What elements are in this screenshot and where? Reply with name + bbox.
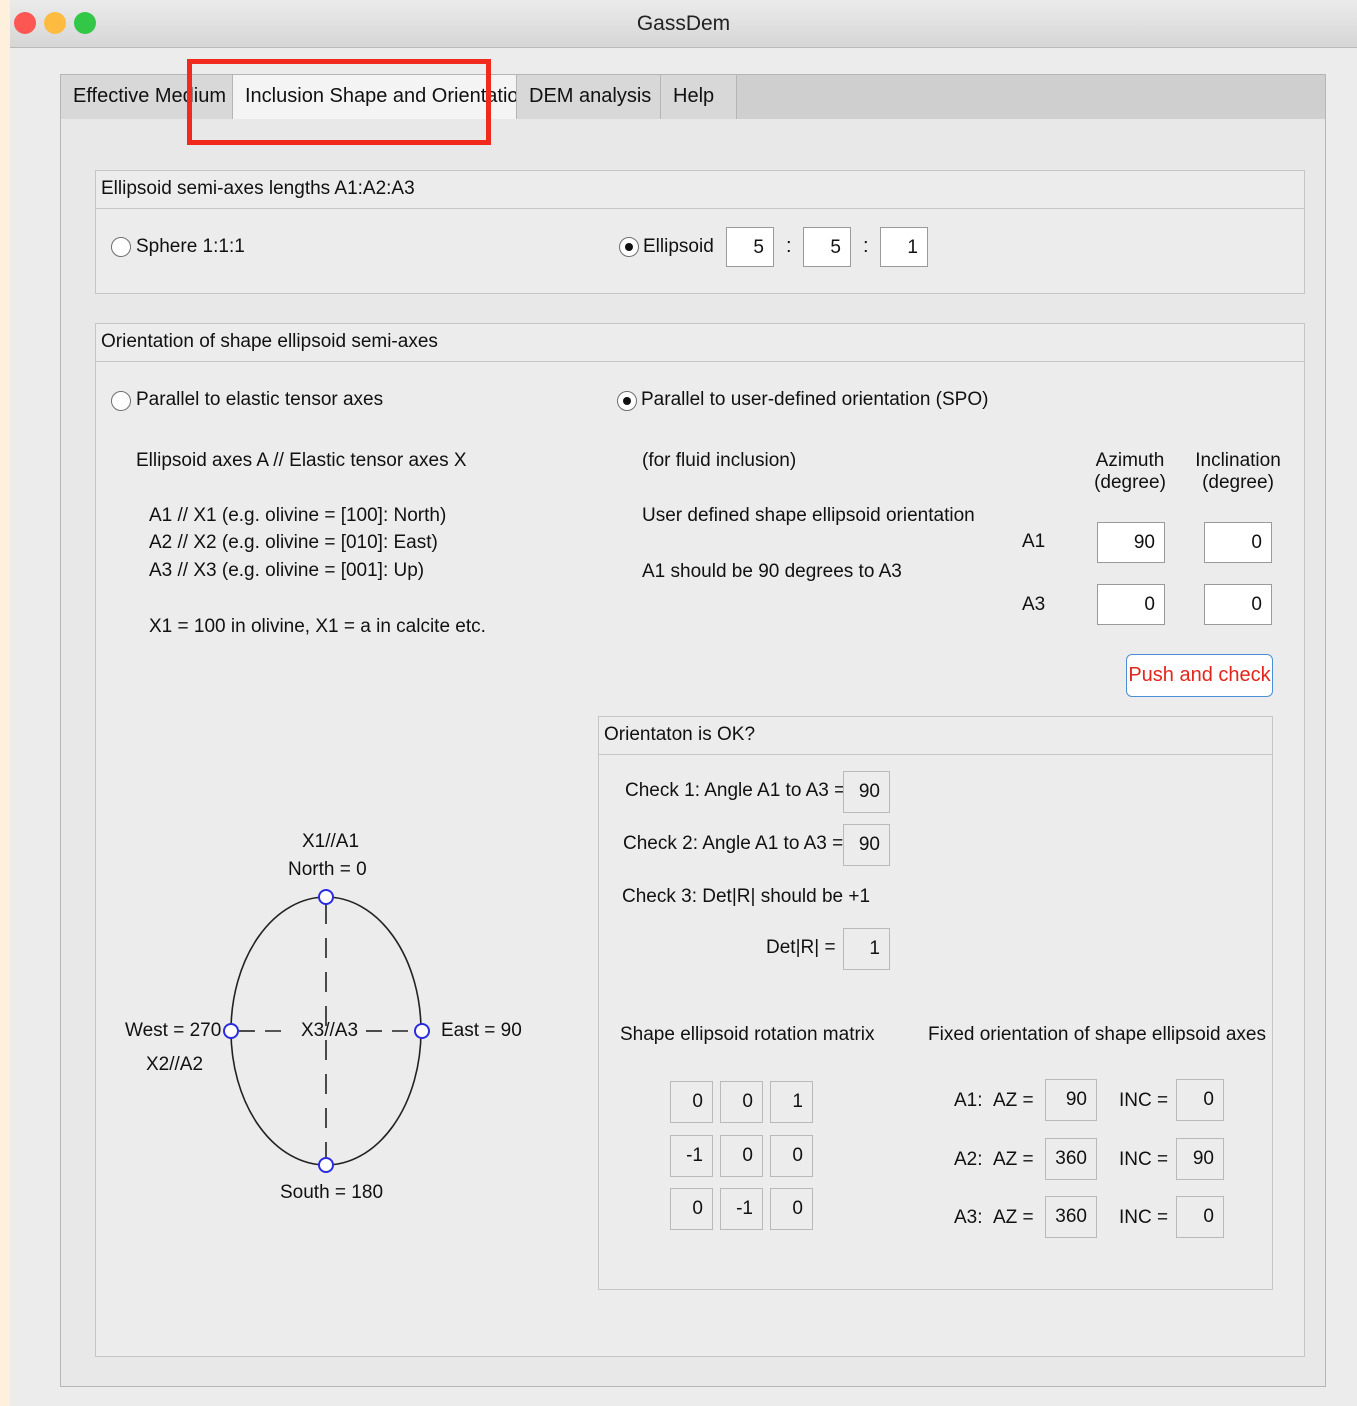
check3-label: Check 3: Det|R| should be +1	[622, 886, 871, 907]
orientation-group: Orientation of shape ellipsoid semi-axes…	[95, 323, 1305, 1357]
north-marker	[318, 889, 334, 905]
matrix-cell: 0	[770, 1188, 813, 1230]
active-tab-highlight	[187, 59, 491, 145]
elastic-a2-note: A2 // X2 (e.g. olivine = [010]: East)	[149, 532, 438, 553]
title-bar: GassDem	[10, 0, 1357, 48]
fixed-inc-label: INC =	[1119, 1149, 1169, 1170]
south-marker	[318, 1157, 334, 1173]
matrix-cell: -1	[720, 1188, 763, 1230]
spo-note-angle: A1 should be 90 degrees to A3	[642, 561, 902, 582]
west-label: West = 270	[125, 1020, 222, 1041]
push-and-check-button[interactable]: Push and check	[1126, 654, 1273, 697]
check1-label: Check 1: Angle A1 to A3 =	[625, 780, 846, 801]
azimuth-header-line2: (degree)	[1094, 472, 1166, 493]
fixed-az-label: AZ =	[993, 1207, 1034, 1228]
det-value: 1	[843, 928, 890, 970]
spo-note-fluid: (for fluid inclusion)	[642, 450, 797, 471]
inclination-header-line1: Inclination	[1195, 450, 1281, 471]
fixed-az-value: 90	[1045, 1079, 1097, 1121]
tab-help[interactable]: Help	[661, 75, 737, 121]
elastic-x1-note: X1 = 100 in olivine, X1 = a in calcite e…	[149, 616, 486, 637]
semi-axes-heading: Ellipsoid semi-axes lengths A1:A2:A3	[96, 171, 1304, 209]
fixed-inc-value: 0	[1176, 1079, 1224, 1121]
ratio-separator: :	[786, 235, 792, 257]
fixed-inc-value: 0	[1176, 1196, 1224, 1238]
check2-label: Check 2: Angle A1 to A3 =	[623, 833, 844, 854]
inclination-header-line2: (degree)	[1202, 472, 1274, 493]
azimuth-header-line1: Azimuth	[1095, 450, 1165, 471]
fixed-axis-label: A2:	[954, 1149, 983, 1170]
ellipsoid-label: Ellipsoid	[643, 236, 714, 257]
app-window: GassDem Effective Medium Inclusion Shape…	[10, 0, 1357, 1406]
matrix-cell: 0	[770, 1135, 813, 1177]
matrix-cell: 0	[720, 1081, 763, 1123]
elastic-a1-note: A1 // X1 (e.g. olivine = [100]: North)	[149, 505, 447, 526]
north-label: North = 0	[288, 859, 367, 880]
spo-radio[interactable]	[617, 391, 637, 411]
elastic-axes-radio[interactable]	[111, 391, 131, 411]
tab-dem-analysis[interactable]: DEM analysis	[517, 75, 661, 121]
fixed-az-value: 360	[1045, 1196, 1097, 1238]
semi-axes-group: Ellipsoid semi-axes lengths A1:A2:A3 Sph…	[95, 170, 1305, 294]
a3-azimuth-input[interactable]: 0	[1097, 584, 1165, 625]
fixed-inc-label: INC =	[1119, 1090, 1169, 1111]
elastic-a3-note: A3 // X3 (e.g. olivine = [001]: Up)	[149, 560, 425, 581]
fixed-axis-label: A3:	[954, 1207, 983, 1228]
a1-inclination-input[interactable]: 0	[1204, 522, 1272, 563]
row-a3-label: A3	[1022, 594, 1046, 615]
east-label: East = 90	[441, 1020, 522, 1041]
elastic-axes-label: Parallel to elastic tensor axes	[136, 389, 384, 410]
ellipsoid-radio[interactable]	[619, 237, 639, 257]
sphere-label: Sphere 1:1:1	[136, 236, 245, 257]
a3-inclination-input[interactable]: 0	[1204, 584, 1272, 625]
fixed-inc-value: 90	[1176, 1138, 1224, 1180]
fixed-az-label: AZ =	[993, 1090, 1034, 1111]
fixed-az-label: AZ =	[993, 1149, 1034, 1170]
fixed-inc-label: INC =	[1119, 1207, 1169, 1228]
azimuth-header: Azimuth (degree)	[1091, 450, 1169, 494]
matrix-heading: Shape ellipsoid rotation matrix	[620, 1024, 875, 1045]
orientation-check-group: Orientaton is OK? Check 1: Angle A1 to A…	[598, 716, 1273, 1290]
fixed-axis-label: A1:	[954, 1090, 983, 1111]
matrix-cell: 0	[670, 1188, 713, 1230]
fixed-heading: Fixed orientation of shape ellipsoid axe…	[928, 1024, 1266, 1045]
window-title: GassDem	[636, 12, 731, 35]
ratio-separator: :	[863, 235, 869, 257]
a2-length-input[interactable]: 5	[803, 227, 851, 267]
check2-value: 90	[843, 824, 890, 866]
matrix-cell: 0	[720, 1135, 763, 1177]
inclination-header: Inclination (degree)	[1191, 450, 1285, 494]
a1-azimuth-input[interactable]: 90	[1097, 522, 1165, 563]
south-label: South = 180	[280, 1182, 384, 1203]
fixed-az-value: 360	[1045, 1138, 1097, 1180]
orientation-check-heading: Orientaton is OK?	[599, 717, 1272, 755]
matrix-cell: -1	[670, 1135, 713, 1177]
east-marker	[414, 1023, 430, 1039]
a1-length-input[interactable]: 5	[726, 227, 774, 267]
tab-label: Help	[673, 85, 715, 107]
center-label: X3//A3	[301, 1020, 359, 1041]
matrix-cell: 0	[670, 1081, 713, 1123]
elastic-description: Ellipsoid axes A // Elastic tensor axes …	[136, 450, 467, 471]
row-a1-label: A1	[1022, 531, 1046, 552]
matrix-cell: 1	[770, 1081, 813, 1123]
check1-value: 90	[843, 771, 890, 813]
orientation-heading: Orientation of shape ellipsoid semi-axes	[96, 324, 1304, 362]
north-axis-label: X1//A1	[302, 831, 360, 852]
sphere-radio[interactable]	[111, 237, 131, 257]
spo-label: Parallel to user-defined orientation (SP…	[641, 389, 989, 410]
spo-note-user: User defined shape ellipsoid orientation	[642, 505, 975, 526]
west-marker	[223, 1023, 239, 1039]
tab-label: DEM analysis	[529, 85, 652, 107]
west-axis-label: X2//A2	[146, 1054, 204, 1075]
det-label: Det|R| =	[766, 937, 836, 958]
tab-panel: Ellipsoid semi-axes lengths A1:A2:A3 Sph…	[60, 119, 1326, 1387]
a3-length-input[interactable]: 1	[880, 227, 928, 267]
